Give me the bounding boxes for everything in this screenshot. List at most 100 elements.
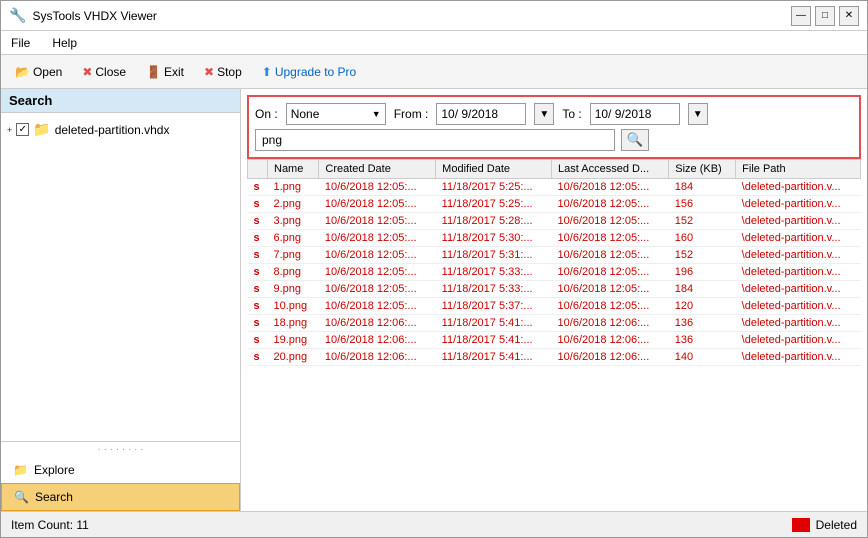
sidebar-dots: · · · · · · · · [1,442,240,457]
tree-checkbox[interactable] [16,123,29,136]
row-name: 3.png [268,213,319,230]
table-row[interactable]: s 6.png 10/6/2018 12:05:... 11/18/2017 5… [248,230,861,247]
table-row[interactable]: s 7.png 10/6/2018 12:05:... 11/18/2017 5… [248,247,861,264]
toolbar: 📂 Open ✖ Close 🚪 Exit ✖ Stop ⬆ Upgrade t… [1,55,867,89]
table-row[interactable]: s 10.png 10/6/2018 12:05:... 11/18/2017 … [248,298,861,315]
row-path: \deleted-partition.v... [736,196,861,213]
tree-root-item[interactable]: + 📁 deleted-partition.vhdx [7,119,234,140]
search-button[interactable]: 🔍 [621,129,649,151]
table-row[interactable]: s 1.png 10/6/2018 12:05:... 11/18/2017 5… [248,179,861,196]
minimize-button[interactable]: — [791,6,811,26]
table-row[interactable]: s 20.png 10/6/2018 12:06:... 11/18/2017 … [248,349,861,366]
row-modified: 11/18/2017 5:25:... [436,179,552,196]
dropdown-arrow-icon: ▼ [372,109,381,119]
menu-file[interactable]: File [5,34,36,52]
row-indicator: s [248,230,268,247]
main-panel: On : None ▼ From : ▼ To : ▼ [241,89,867,511]
row-modified: 11/18/2017 5:41:... [436,349,552,366]
table-row[interactable]: s 3.png 10/6/2018 12:05:... 11/18/2017 5… [248,213,861,230]
row-indicator: s [248,213,268,230]
row-indicator: s [248,247,268,264]
row-size: 156 [669,196,736,213]
row-path: \deleted-partition.v... [736,349,861,366]
row-modified: 11/18/2017 5:41:... [436,332,552,349]
table-header-row: Name Created Date Modified Date Last Acc… [248,160,861,179]
row-name: 19.png [268,332,319,349]
col-size[interactable]: Size (KB) [669,160,736,179]
row-path: \deleted-partition.v... [736,264,861,281]
on-dropdown[interactable]: None ▼ [286,103,386,125]
close-button[interactable]: ✕ [839,6,859,26]
row-name: 7.png [268,247,319,264]
row-indicator: s [248,281,268,298]
row-name: 18.png [268,315,319,332]
menu-bar: File Help [1,31,867,55]
content-area: Search + 📁 deleted-partition.vhdx · · · … [1,89,867,511]
row-size: 184 [669,281,736,298]
row-indicator: s [248,332,268,349]
row-modified: 11/18/2017 5:31:... [436,247,552,264]
deleted-color-box [792,518,810,532]
col-modified[interactable]: Modified Date [436,160,552,179]
col-name[interactable]: Name [268,160,319,179]
table-row[interactable]: s 2.png 10/6/2018 12:05:... 11/18/2017 5… [248,196,861,213]
results-table: Name Created Date Modified Date Last Acc… [247,159,861,366]
row-accessed: 10/6/2018 12:05:... [552,264,669,281]
main-window: 🔧 SysTools VHDX Viewer — □ ✕ File Help 📂… [0,0,868,538]
col-accessed[interactable]: Last Accessed D... [552,160,669,179]
stop-button[interactable]: ✖ Stop [196,58,250,86]
file-table: Name Created Date Modified Date Last Acc… [247,159,861,511]
row-size: 152 [669,247,736,264]
to-date-picker-button[interactable]: ▼ [688,103,708,125]
row-size: 196 [669,264,736,281]
row-created: 10/6/2018 12:06:... [319,332,436,349]
deleted-label: Deleted [816,518,857,532]
search-nav-icon: 🔍 [14,490,29,504]
table-row[interactable]: s 9.png 10/6/2018 12:05:... 11/18/2017 5… [248,281,861,298]
row-modified: 11/18/2017 5:33:... [436,281,552,298]
row-modified: 11/18/2017 5:30:... [436,230,552,247]
upgrade-button[interactable]: ⬆ Upgrade to Pro [254,58,364,86]
sidebar-nav-explore[interactable]: 📁 Explore [1,457,240,483]
exit-icon: 🚪 [146,65,161,79]
expand-icon[interactable]: + [7,125,12,135]
row-created: 10/6/2018 12:05:... [319,281,436,298]
row-path: \deleted-partition.v... [736,247,861,264]
row-path: \deleted-partition.v... [736,179,861,196]
exit-button[interactable]: 🚪 Exit [138,58,192,86]
search-bar-container: On : None ▼ From : ▼ To : ▼ [241,89,867,159]
row-accessed: 10/6/2018 12:05:... [552,213,669,230]
row-accessed: 10/6/2018 12:05:... [552,230,669,247]
row-accessed: 10/6/2018 12:06:... [552,349,669,366]
row-accessed: 10/6/2018 12:05:... [552,247,669,264]
col-created[interactable]: Created Date [319,160,436,179]
row-name: 10.png [268,298,319,315]
col-path[interactable]: File Path [736,160,861,179]
row-path: \deleted-partition.v... [736,315,861,332]
table-body: s 1.png 10/6/2018 12:05:... 11/18/2017 5… [248,179,861,366]
search-input[interactable] [255,129,615,151]
table-row[interactable]: s 8.png 10/6/2018 12:05:... 11/18/2017 5… [248,264,861,281]
menu-help[interactable]: Help [46,34,83,52]
maximize-button[interactable]: □ [815,6,835,26]
from-date-input[interactable] [436,103,526,125]
table-row[interactable]: s 18.png 10/6/2018 12:06:... 11/18/2017 … [248,315,861,332]
row-created: 10/6/2018 12:05:... [319,298,436,315]
to-date-input[interactable] [590,103,680,125]
col-indicator [248,160,268,179]
table-row[interactable]: s 19.png 10/6/2018 12:06:... 11/18/2017 … [248,332,861,349]
row-modified: 11/18/2017 5:37:... [436,298,552,315]
row-accessed: 10/6/2018 12:06:... [552,315,669,332]
close-button-toolbar[interactable]: ✖ Close [74,58,134,86]
row-name: 9.png [268,281,319,298]
from-date-picker-button[interactable]: ▼ [534,103,554,125]
open-button[interactable]: 📂 Open [7,58,70,86]
title-bar-controls: — □ ✕ [791,6,859,26]
search-row2: 🔍 [255,129,853,151]
sidebar-nav-search[interactable]: 🔍 Search [1,483,240,511]
row-modified: 11/18/2017 5:28:... [436,213,552,230]
sidebar-header: Search [1,89,240,113]
sidebar-tree: + 📁 deleted-partition.vhdx [1,113,240,441]
row-created: 10/6/2018 12:06:... [319,315,436,332]
row-modified: 11/18/2017 5:33:... [436,264,552,281]
